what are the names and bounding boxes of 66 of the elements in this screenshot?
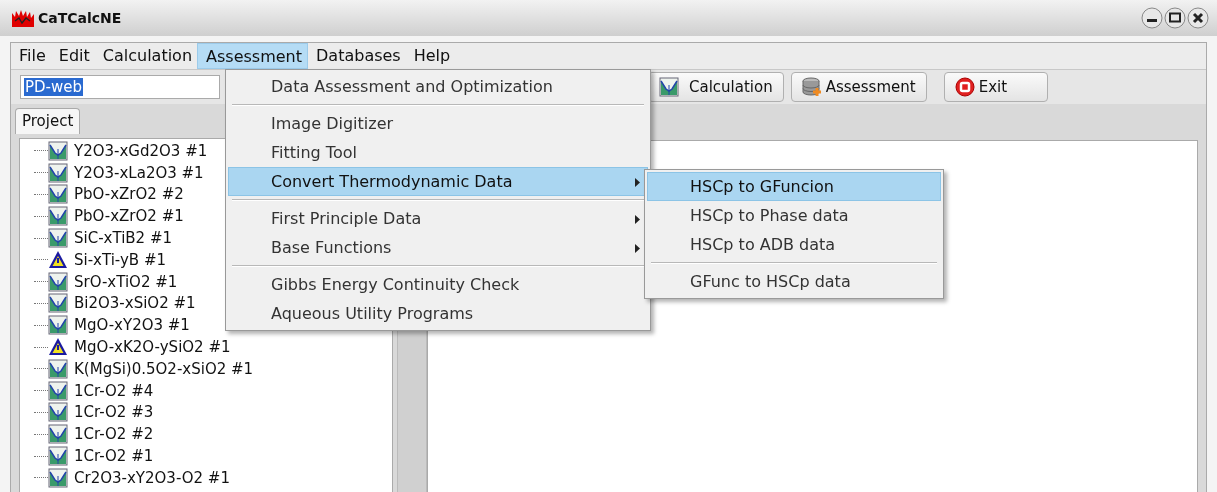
menu-item[interactable]: First Principle Data <box>228 204 648 233</box>
chart-icon <box>48 140 68 161</box>
database-icon <box>801 77 822 97</box>
close-icon[interactable] <box>1187 7 1209 29</box>
chart-icon <box>48 315 68 336</box>
submenu-arrow-icon <box>635 215 640 224</box>
submenu-arrow-icon <box>635 244 640 253</box>
tree-item[interactable]: PbO-xZrO2 #2 <box>74 185 184 204</box>
chart-icon <box>48 467 68 488</box>
warning-icon <box>48 249 68 270</box>
chart-icon <box>48 380 68 401</box>
menu-item[interactable]: HSCp to GFuncion <box>647 172 941 201</box>
menu-item[interactable]: Data Assessment and Optimization <box>228 72 648 101</box>
toolbar-button[interactable]: Exit <box>943 72 1048 102</box>
project-field[interactable]: PD-web <box>20 75 220 99</box>
chart-icon <box>48 206 68 227</box>
tree-item[interactable]: PbO-xZrO2 #1 <box>74 207 184 226</box>
toolbar-button[interactable]: Assessment <box>790 72 927 102</box>
tree-item[interactable]: Y2O3-xLa2O3 #1 <box>74 163 204 182</box>
menu[interactable]: File <box>11 43 51 69</box>
menu-item[interactable]: GFunc to HSCp data <box>647 267 941 296</box>
toolbar-button[interactable]: Calculation <box>648 72 784 102</box>
stop-icon <box>954 77 975 97</box>
chart-icon <box>48 358 68 379</box>
tree-item[interactable]: SiC-xTiB2 #1 <box>74 229 173 248</box>
window-title: CaTCalcNE <box>38 10 122 26</box>
tree-item[interactable]: MgO-xY2O3 #1 <box>74 316 190 335</box>
tree-item[interactable]: 1Cr-O2 #1 <box>74 447 154 466</box>
chart-icon <box>48 184 68 205</box>
tree-item[interactable]: MgO-xK2O-ySiO2 #1 <box>74 338 231 357</box>
tree-item[interactable]: Si-xTi-yB #1 <box>74 250 167 269</box>
chart-icon <box>48 446 68 467</box>
menu[interactable]: Help <box>405 43 456 69</box>
chart-icon <box>48 293 68 314</box>
menu-item[interactable]: HSCp to Phase data <box>647 201 941 230</box>
tree-item[interactable]: K(MgSi)0.5O2-xSiO2 #1 <box>74 359 254 378</box>
menu-item[interactable]: Gibbs Energy Continuity Check <box>228 270 648 299</box>
chart-icon <box>659 77 679 97</box>
tree-item[interactable]: Cr2O3-xY2O3-O2 #1 <box>74 468 230 487</box>
minimize-icon[interactable] <box>1141 7 1163 29</box>
tree-item[interactable]: Bi2O3-xSiO2 #1 <box>74 294 196 313</box>
menu[interactable]: Calculation <box>94 43 198 69</box>
chart-icon <box>48 162 68 183</box>
app-logo-icon <box>12 9 34 27</box>
maximize-icon[interactable] <box>1164 7 1186 29</box>
tree-item[interactable]: 1Cr-O2 #2 <box>74 425 154 444</box>
menu-item[interactable]: Convert Thermodynamic Data <box>228 167 648 196</box>
menu-item[interactable]: Fitting Tool <box>228 138 648 167</box>
menu-item[interactable]: Image Digitizer <box>228 109 648 138</box>
chart-icon <box>48 402 68 423</box>
menu-item[interactable]: HSCp to ADB data <box>647 230 941 259</box>
tree-item[interactable]: 1Cr-O2 #4 <box>74 381 154 400</box>
menu-item[interactable]: Aqueous Utility Programs <box>228 299 648 328</box>
menu[interactable]: Edit <box>50 43 95 69</box>
submenu-arrow-icon <box>635 178 640 187</box>
tree-item[interactable]: SrO-xTiO2 #1 <box>74 272 178 291</box>
menu[interactable]: Assessment <box>197 43 308 69</box>
chart-icon <box>48 228 68 249</box>
menu-item[interactable]: Base Functions <box>228 233 648 262</box>
tab[interactable]: Project <box>15 108 81 134</box>
chart-icon <box>48 271 68 292</box>
warning-icon <box>48 337 68 358</box>
tree-item[interactable]: 1Cr-O2 #3 <box>74 403 154 422</box>
tree-item[interactable]: Y2O3-xGd2O3 #1 <box>74 141 208 160</box>
chart-icon <box>48 424 68 445</box>
menu[interactable]: Databases <box>308 43 406 69</box>
